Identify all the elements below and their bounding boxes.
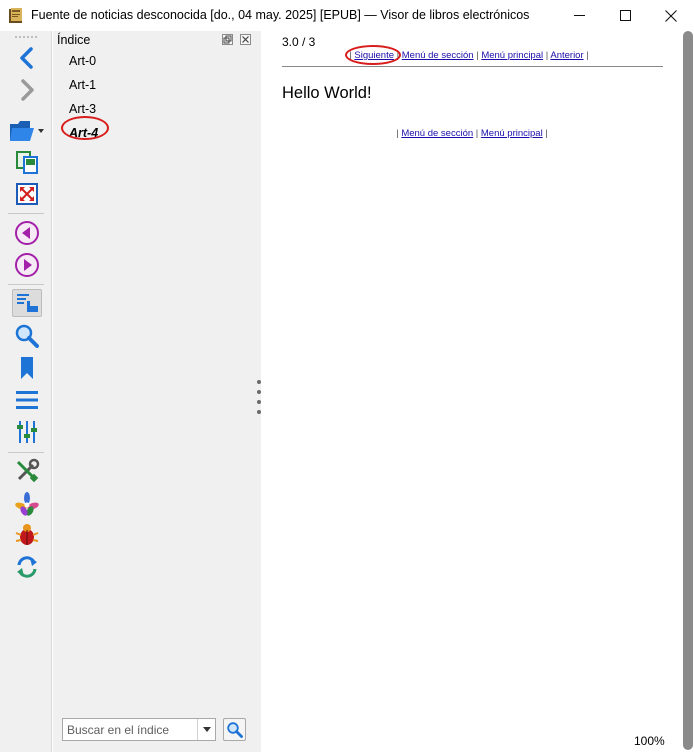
search-icon — [227, 722, 243, 738]
separator: | — [586, 50, 589, 61]
annotation-circle — [61, 116, 109, 140]
plugins-button[interactable] — [12, 490, 42, 518]
main-toolbar — [0, 31, 52, 752]
fullscreen-icon — [16, 183, 38, 205]
separator: | — [545, 128, 548, 139]
main-menu-link[interactable]: Menú principal — [481, 128, 543, 139]
menu-button[interactable] — [12, 386, 42, 414]
separator: | — [475, 128, 479, 139]
toolbar-separator — [8, 213, 44, 214]
toc-header: Índice — [57, 33, 91, 47]
main-menu-link[interactable]: Menú principal — [481, 50, 543, 61]
book-view: 3.0 / 3 | Siguiente | Menú de sección | … — [262, 31, 682, 752]
preferences-icon — [17, 421, 37, 443]
article-heading: Hello World! — [282, 84, 372, 102]
search-button[interactable] — [12, 322, 42, 350]
toc-item[interactable]: Art-1 — [69, 77, 98, 101]
forward-icon — [21, 79, 34, 101]
next-icon — [15, 253, 39, 277]
bookmark-icon — [21, 357, 33, 379]
back-icon — [20, 47, 33, 69]
preferences-button[interactable] — [12, 418, 42, 446]
next-button[interactable] — [12, 251, 42, 279]
toolbar-separator — [8, 452, 44, 453]
page-number: 3.0 / 3 — [282, 35, 316, 49]
minimize-icon — [573, 15, 585, 16]
forward-button[interactable] — [12, 76, 42, 104]
close-icon — [242, 36, 249, 43]
reload-icon — [17, 556, 37, 578]
title-bar: Fuente de noticias desconocida [do., 04 … — [0, 0, 694, 31]
next-link-wrap: Siguiente — [345, 45, 402, 65]
previous-icon — [15, 221, 39, 245]
chevron-down-icon — [202, 727, 211, 732]
close-icon — [665, 9, 677, 22]
close-button[interactable] — [648, 0, 694, 31]
menu-icon — [16, 391, 38, 409]
previous-link[interactable]: Anterior — [550, 50, 583, 61]
toolbar-separator — [8, 284, 44, 285]
debug-button[interactable] — [12, 521, 42, 549]
toc-search-box[interactable] — [62, 718, 216, 741]
toc-button[interactable] — [12, 289, 42, 317]
toc-icon — [17, 294, 38, 312]
open-book-button[interactable] — [7, 117, 47, 145]
debug-icon — [15, 524, 39, 545]
bookmarks-button[interactable] — [12, 354, 42, 382]
copy-button[interactable] — [12, 148, 42, 176]
minimize-button[interactable] — [556, 0, 602, 31]
section-menu-link[interactable]: Menú de sección — [401, 128, 473, 139]
annotation-circle — [345, 45, 402, 65]
close-panel-button[interactable] — [240, 34, 251, 45]
maximize-button[interactable] — [602, 0, 648, 31]
app-icon — [9, 8, 22, 23]
nav-links-top: | Siguiente | Menú de sección | Menú pri… — [259, 45, 679, 65]
search-icon — [15, 324, 39, 348]
toc-list: Art-0 Art-1 Art-3 Art-4 — [61, 53, 109, 149]
toolbar-grip[interactable] — [15, 36, 37, 38]
divider — [282, 66, 663, 67]
window-title: Fuente de noticias desconocida [do., 04 … — [31, 8, 530, 22]
toc-item[interactable]: Art-0 — [69, 53, 98, 77]
open-book-icon — [10, 121, 44, 141]
toc-search-input[interactable] — [63, 719, 195, 740]
reload-button[interactable] — [12, 553, 42, 581]
search-history-dropdown[interactable] — [197, 719, 215, 740]
copy-icon — [16, 151, 38, 174]
fullscreen-button[interactable] — [12, 180, 42, 208]
section-menu-link[interactable]: Menú de sección — [402, 50, 474, 61]
separator: | — [545, 50, 549, 61]
float-icon — [223, 35, 232, 44]
back-button[interactable] — [12, 44, 42, 72]
tools-icon — [16, 458, 40, 483]
scrollbar-thumb[interactable] — [683, 31, 693, 750]
plugins-icon — [15, 492, 39, 516]
maximize-icon — [619, 10, 631, 21]
previous-button[interactable] — [12, 219, 42, 247]
float-panel-button[interactable] — [222, 34, 233, 45]
toc-panel: Índice Art-0 Art-1 Art-3 Art-4 — [53, 31, 261, 752]
separator: | — [396, 128, 399, 139]
toc-item-current[interactable]: Art-4 — [61, 116, 109, 149]
vertical-scrollbar[interactable] — [682, 31, 694, 752]
separator: | — [476, 50, 479, 61]
tools-button[interactable] — [12, 457, 42, 485]
zoom-level: 100% — [634, 734, 665, 748]
toc-search-button[interactable] — [223, 718, 246, 741]
nav-links-bottom: | Menú de sección | Menú principal | — [262, 128, 682, 139]
